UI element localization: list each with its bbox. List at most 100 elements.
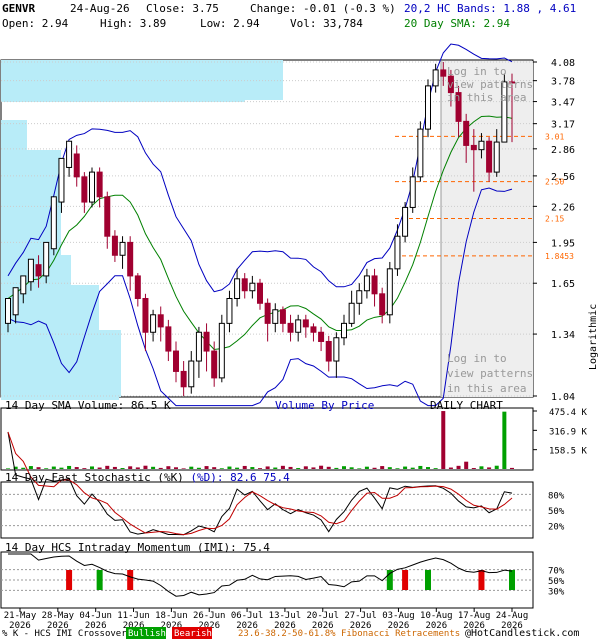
volume-bar	[120, 468, 125, 469]
candle-body	[402, 206, 409, 237]
volume-by-price-bars	[1, 60, 283, 400]
date-tick-label: 17-Aug	[458, 611, 491, 621]
bands-label: 20,2 HC Bands: 1.88 , 4.61	[404, 2, 576, 15]
volume-bar	[288, 466, 293, 469]
candle-body	[142, 297, 149, 333]
candle-body	[432, 69, 439, 87]
footer-crossover-label: % K - HCS IMI Crossover:	[2, 629, 132, 639]
candle-body	[134, 275, 141, 299]
candle-body	[66, 140, 73, 168]
volume-bar	[502, 411, 507, 469]
stochastic-title: 14 Day Fast Stochastic (%K) (%D): 82.6 7…	[5, 471, 290, 484]
imi-lines	[1, 553, 533, 597]
volume-bar	[364, 466, 369, 469]
volume-bar	[28, 466, 33, 469]
candle-body	[96, 171, 103, 198]
candle-body	[195, 331, 202, 362]
imi-tick-label: 50%	[548, 577, 565, 587]
volume-bar	[280, 465, 285, 469]
imi-crossover-marker	[127, 570, 134, 590]
date-tick-label: 11-Jun	[117, 611, 150, 621]
vbp-bar	[1, 370, 119, 400]
stochastic-title-d: (%D): 82.6	[190, 471, 256, 484]
price-tick-label: 3.78	[551, 77, 575, 88]
volume-bar	[464, 461, 469, 469]
volume-bar	[204, 466, 209, 469]
stochastic-title-d2: 75.4	[257, 471, 290, 484]
price-tick-label: 3.17	[551, 120, 575, 131]
candle-body	[12, 287, 19, 316]
volume-bar	[494, 465, 499, 469]
volume-bar	[510, 467, 514, 469]
candle-body	[318, 331, 325, 342]
candle-body	[478, 140, 485, 151]
imi-crossover-marker	[66, 570, 73, 590]
candle-body	[203, 331, 210, 352]
volume-bar	[219, 468, 224, 469]
watermark-top-line1: Log in to	[447, 65, 507, 78]
price-tick-label: 2.56	[551, 172, 575, 183]
volume-bar	[387, 467, 392, 469]
candle-body	[241, 278, 248, 292]
candle-body	[356, 290, 363, 304]
volume-bar	[357, 468, 362, 469]
candle-body	[50, 196, 57, 250]
vbp-bar	[1, 80, 245, 102]
candle-body	[188, 360, 195, 388]
stochastic-title-k: 14 Day Fast Stochastic (%K)	[5, 471, 190, 484]
volume-bar	[51, 466, 56, 469]
volume-bar	[395, 468, 400, 469]
candle-body	[173, 350, 179, 372]
volume-bar	[319, 465, 324, 469]
bearish-badge-label: Bearish	[174, 629, 212, 639]
open-label: Open: 2.94	[2, 17, 69, 30]
volume-bar	[418, 465, 423, 469]
volume-bar	[166, 466, 171, 469]
imi-line	[8, 553, 513, 597]
candle-body	[379, 293, 386, 316]
imi-title: 14 Day HCS Intraday Momentum (IMI): 75.4	[5, 541, 270, 554]
fib-label: 2.15	[545, 215, 564, 224]
footer: % K - HCS IMI Crossover: Bullish Bearish…	[2, 627, 579, 639]
candle-body	[211, 350, 218, 379]
candle-body	[165, 326, 172, 352]
volume-bar	[196, 467, 201, 469]
candle-body	[127, 241, 134, 277]
vbp-title: Volume By Price	[275, 399, 374, 412]
watermark-bottom-line2: view patterns	[447, 367, 533, 380]
volume-bar	[90, 466, 94, 469]
candle-body	[81, 176, 88, 203]
high-label: High: 3.89	[100, 17, 166, 30]
stochastic-tick-label: 50%	[548, 507, 565, 517]
volume-bar	[342, 466, 346, 469]
volume-bar	[273, 467, 278, 469]
fibonacci-footer-label: 23.6-38.2-50-61.8% Fibonacci Retracement…	[238, 629, 460, 639]
price-tick-label: 1.95	[551, 238, 575, 249]
date-tick-label: 18-Jun	[155, 611, 188, 621]
imi-crossover-marker	[478, 570, 485, 590]
price-tick-label: 2.26	[551, 202, 575, 213]
volume-bar	[258, 468, 262, 469]
stochastic-tick-label: 80%	[548, 491, 565, 501]
candle-body	[440, 69, 447, 77]
bullish-badge-label: Bullish	[128, 629, 166, 639]
stochastic-panel: 80% 50% 20% 14 Day Fast Stochastic (%K) (%…	[0, 431, 565, 539]
date-axis: 21-May202628-May202604-Jun202611-Jun2026…	[4, 608, 528, 631]
close-label: Close: 3.75	[146, 2, 219, 15]
candle-body	[348, 302, 355, 324]
candle-body	[287, 322, 294, 333]
volume-tick-label: 475.4 K	[549, 408, 588, 418]
candle-body	[257, 282, 263, 304]
candle-body	[150, 314, 157, 333]
date-tick-label: 10-Aug	[420, 611, 453, 621]
volume-bar	[303, 466, 308, 469]
candle-body	[463, 120, 470, 146]
volume-bar	[44, 468, 49, 469]
volume-bar	[311, 467, 316, 469]
volume-bar	[59, 467, 64, 469]
candle-body	[333, 337, 340, 362]
candle-body	[119, 241, 126, 256]
fib-label: 1.8453	[545, 252, 574, 261]
candle-body	[302, 319, 309, 328]
low-label: Low: 2.94	[200, 17, 260, 30]
